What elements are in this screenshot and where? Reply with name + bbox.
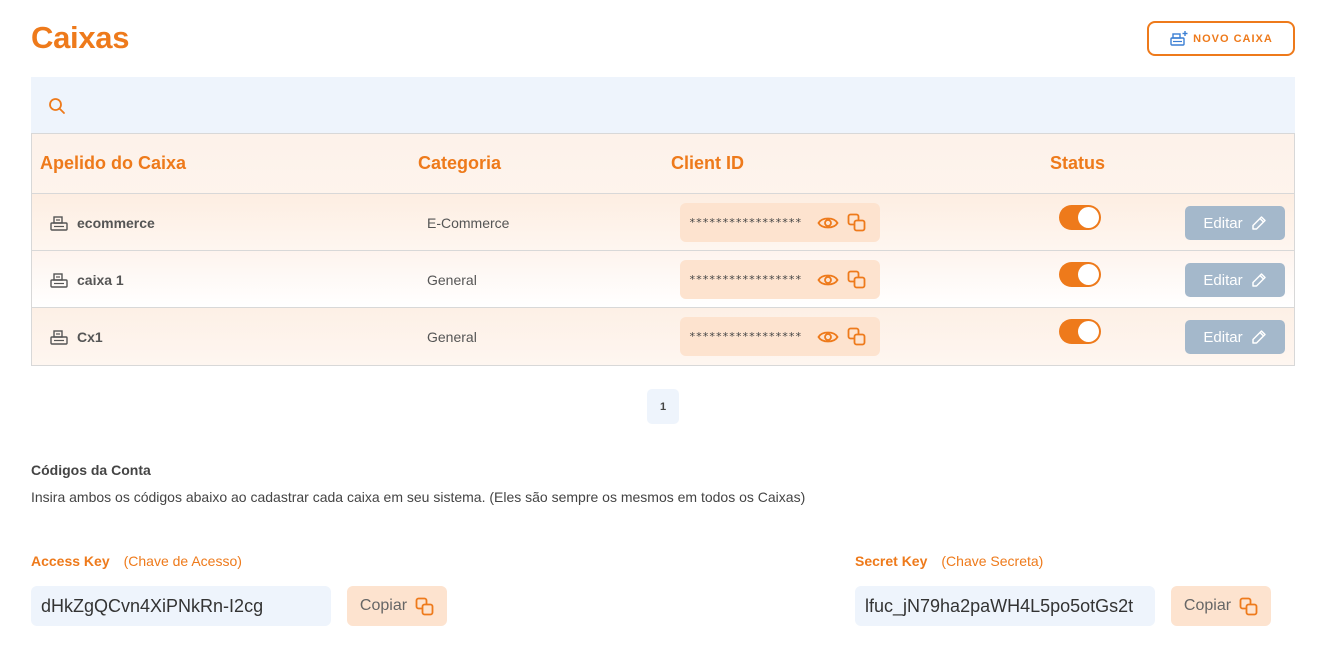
client-id-masked: *****************: [689, 216, 802, 229]
codes-description: Insira ambos os códigos abaixo ao cadast…: [31, 489, 806, 505]
copy-secret-key-button[interactable]: Copiar: [1171, 586, 1271, 626]
caixa-category: E-Commerce: [427, 215, 510, 231]
header-name: Apelido do Caixa: [40, 153, 187, 173]
edit-button[interactable]: Editar: [1185, 206, 1285, 240]
caixa-category: General: [427, 272, 477, 288]
copy-icon[interactable]: [847, 270, 866, 289]
client-id-box: *****************: [680, 203, 880, 242]
table-header: Apelido do Caixa Categoria Client ID Sta…: [32, 134, 1294, 194]
caixa-category: General: [427, 329, 477, 345]
edit-button[interactable]: Editar: [1185, 320, 1285, 354]
secret-key-label: Secret Key: [855, 553, 928, 569]
copy-icon[interactable]: [847, 327, 866, 346]
cash-register-icon: [49, 271, 69, 289]
eye-icon[interactable]: [817, 215, 839, 231]
caixa-name: ecommerce: [77, 214, 155, 231]
search-input[interactable]: [66, 77, 1295, 134]
copy-icon: [1239, 597, 1258, 616]
client-id-box: *****************: [680, 317, 880, 356]
client-id-masked: *****************: [689, 330, 802, 343]
table-row: ecommerce E-Commerce ***************** E…: [32, 194, 1294, 251]
cash-register-icon: [49, 214, 69, 232]
eye-icon[interactable]: [817, 272, 839, 288]
edit-label: Editar: [1203, 214, 1243, 232]
status-toggle[interactable]: [1059, 319, 1101, 344]
header-status: Status: [1050, 153, 1106, 173]
caixa-name: caixa 1: [77, 271, 124, 288]
eye-icon[interactable]: [817, 329, 839, 345]
access-key-field[interactable]: [31, 586, 331, 626]
caixas-table: Apelido do Caixa Categoria Client ID Sta…: [31, 133, 1295, 366]
copy-icon[interactable]: [847, 213, 866, 232]
search-icon: [48, 97, 66, 115]
client-id-masked: *****************: [689, 273, 802, 286]
access-key-label-group: Access Key (Chave de Acesso): [31, 553, 242, 569]
copy-label: Copiar: [1183, 597, 1232, 614]
table-row: caixa 1 General ***************** Editar: [32, 251, 1294, 308]
header-category: Categoria: [418, 153, 502, 173]
edit-button[interactable]: Editar: [1185, 263, 1285, 297]
new-caixa-label: NOVO CAIXA: [1193, 32, 1273, 45]
table-row: Cx1 General ***************** Editar: [32, 308, 1294, 365]
register-plus-icon: [1169, 30, 1189, 48]
page-title: Caixas: [31, 20, 130, 55]
copy-icon: [415, 597, 434, 616]
caixa-name: Cx1: [77, 328, 103, 345]
edit-label: Editar: [1203, 328, 1243, 346]
secret-key-sublabel: (Chave Secreta): [941, 553, 1044, 569]
pencil-icon: [1251, 215, 1267, 231]
client-id-box: *****************: [680, 260, 880, 299]
copy-access-key-button[interactable]: Copiar: [347, 586, 447, 626]
pagination-page[interactable]: 1: [647, 389, 679, 424]
secret-key-label-group: Secret Key (Chave Secreta): [855, 553, 1043, 569]
pencil-icon: [1251, 329, 1267, 345]
secret-key-field[interactable]: [855, 586, 1155, 626]
pencil-icon: [1251, 272, 1267, 288]
copy-label: Copiar: [359, 597, 408, 614]
access-key-sublabel: (Chave de Acesso): [123, 553, 242, 569]
header-client-id: Client ID: [671, 153, 745, 173]
codes-title: Códigos da Conta: [31, 462, 151, 478]
access-key-label: Access Key: [31, 553, 110, 569]
new-caixa-button[interactable]: NOVO CAIXA: [1147, 21, 1295, 56]
cash-register-icon: [49, 328, 69, 346]
search-bar: [31, 77, 1295, 134]
status-toggle[interactable]: [1059, 262, 1101, 287]
edit-label: Editar: [1203, 271, 1243, 289]
status-toggle[interactable]: [1059, 205, 1101, 230]
